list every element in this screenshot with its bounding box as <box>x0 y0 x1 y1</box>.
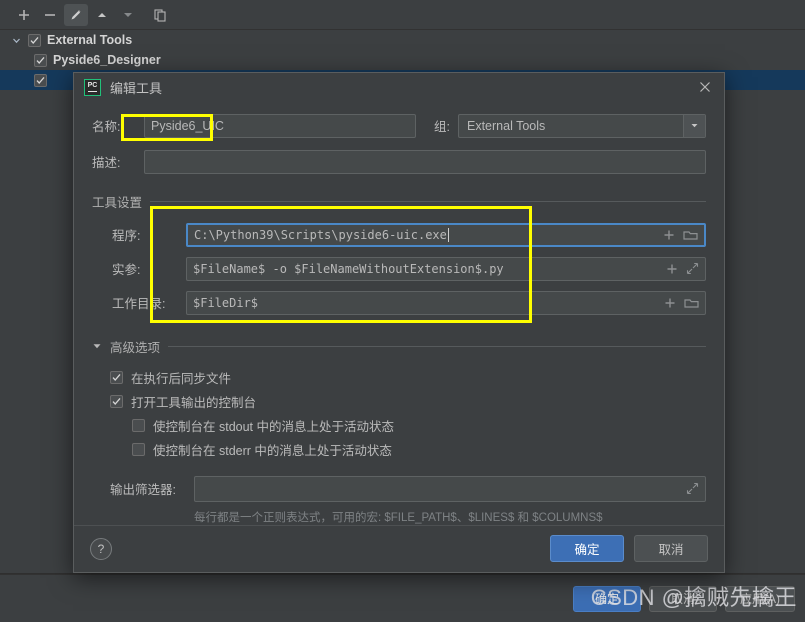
dialog-body: 名称: Pyside6_UIC 组: External Tools 描述: 工具… <box>74 102 724 525</box>
pycharm-icon: PC <box>84 78 101 96</box>
program-label: 程序: <box>112 229 141 244</box>
tree-checkbox[interactable] <box>34 53 47 67</box>
sync-files-checkbox[interactable] <box>110 371 123 385</box>
text-caret <box>447 227 449 242</box>
dialog-ok-button[interactable]: 确定 <box>550 535 624 563</box>
edit-tool-dialog: PC 编辑工具 名称: Pyside6_UIC 组: External Tool… <box>73 72 725 573</box>
triangle-down-icon[interactable] <box>92 341 102 351</box>
arguments-row: 实参: $FileName$ -o $FileNameWithoutExtens… <box>112 256 706 281</box>
tool-settings-title: 工具设置 <box>92 195 143 210</box>
external-tools-toolbar <box>0 0 805 30</box>
dialog-title: 编辑工具 <box>110 80 163 96</box>
arguments-input[interactable]: $FileName$ -o $FileNameWithoutExtension$… <box>186 256 706 281</box>
dialog-title-bar: PC 编辑工具 <box>74 73 724 102</box>
tree-item-label: Pyside6_Designer <box>53 53 161 67</box>
stdout-active-label: 使控制台在 stdout 中的消息上处于活动状态 <box>153 420 394 435</box>
output-filter-actions <box>678 482 699 495</box>
tool-settings-block: 程序: C:\Python39\Scripts\pyside6-uic.exe <box>92 222 706 315</box>
expand-editor-icon[interactable] <box>686 262 699 275</box>
working-directory-row: 工作目录: $FileDir$ <box>112 290 706 315</box>
group-label: 组: <box>434 120 450 135</box>
open-console-row[interactable]: 打开工具输出的控制台 <box>110 390 706 414</box>
chevron-down-icon[interactable] <box>683 114 705 137</box>
tree-row[interactable]: Pyside6_Designer <box>0 50 805 70</box>
copy-button[interactable] <box>148 4 172 26</box>
dialog-cancel-button[interactable]: 取消 <box>634 535 708 563</box>
advanced-options-section-header[interactable]: 高级选项 <box>92 337 706 356</box>
insert-macro-icon[interactable] <box>664 297 676 309</box>
help-icon[interactable]: ? <box>90 537 112 560</box>
browse-folder-icon[interactable] <box>683 229 698 241</box>
name-input-value: Pyside6_UIC <box>151 118 224 133</box>
app-root: External Tools Pyside6_Designer 确定 取消 应用… <box>0 0 805 622</box>
stdout-active-row[interactable]: 使控制台在 stdout 中的消息上处于活动状态 <box>110 414 706 438</box>
settings-window-buttons: 确定 取消 应用(A) <box>0 574 805 622</box>
group-select[interactable]: External Tools <box>457 113 706 138</box>
output-filter-hint: 每行都是一个正则表达式，可用的宏: $FILE_PATH$、$LINES$ 和 … <box>194 511 603 524</box>
description-input[interactable] <box>144 149 706 174</box>
section-divider <box>168 345 706 347</box>
chevron-down-icon[interactable] <box>10 34 22 46</box>
advanced-options-title: 高级选项 <box>110 340 161 355</box>
pycharm-icon-text: PC <box>87 82 98 90</box>
section-divider <box>150 200 706 202</box>
edit-button[interactable] <box>64 3 88 26</box>
insert-macro-icon[interactable] <box>663 229 675 241</box>
dialog-footer: ? 确定 取消 <box>74 524 724 572</box>
close-icon[interactable] <box>692 74 718 100</box>
arguments-input-value: $FileName$ -o $FileNameWithoutExtension$… <box>193 261 504 276</box>
stderr-active-row[interactable]: 使控制台在 stderr 中的消息上处于活动状态 <box>110 438 706 462</box>
output-filter-input[interactable] <box>194 475 706 502</box>
add-button[interactable] <box>12 4 36 26</box>
description-row: 描述: <box>92 149 706 174</box>
tree-checkbox[interactable] <box>28 33 41 47</box>
stdout-active-checkbox[interactable] <box>132 419 145 433</box>
remove-button[interactable] <box>38 4 62 26</box>
arguments-label: 实参: <box>112 263 141 278</box>
working-directory-actions <box>656 297 699 309</box>
program-input-value: C:\Python39\Scripts\pyside6-uic.exe <box>194 227 447 242</box>
stderr-active-label: 使控制台在 stderr 中的消息上处于活动状态 <box>153 444 392 459</box>
move-up-button[interactable] <box>90 4 114 26</box>
settings-ok-button[interactable]: 确定 <box>573 585 641 612</box>
move-down-button[interactable] <box>116 4 140 26</box>
stderr-active-checkbox[interactable] <box>132 443 145 457</box>
settings-cancel-button[interactable]: 取消 <box>649 585 717 612</box>
program-actions <box>655 229 698 241</box>
working-directory-input-value: $FileDir$ <box>193 295 259 310</box>
insert-macro-icon[interactable] <box>666 263 678 275</box>
name-label: 名称: <box>92 120 121 135</box>
tree-checkbox[interactable] <box>34 73 47 87</box>
sync-files-label: 在执行后同步文件 <box>131 372 232 387</box>
open-console-label: 打开工具输出的控制台 <box>131 396 257 411</box>
pycharm-icon-bar <box>88 90 97 93</box>
program-input[interactable]: C:\Python39\Scripts\pyside6-uic.exe <box>186 222 706 247</box>
settings-apply-button[interactable]: 应用(A) <box>725 585 795 612</box>
advanced-options-block: 在执行后同步文件 打开工具输出的控制台 使控制台在 stdout 中的消息上处于… <box>92 366 706 525</box>
open-console-checkbox[interactable] <box>110 395 123 409</box>
working-directory-label: 工作目录: <box>112 297 166 312</box>
expand-editor-icon[interactable] <box>686 482 699 495</box>
description-label: 描述: <box>92 156 121 171</box>
group-select-value: External Tools <box>466 118 546 133</box>
sync-files-row[interactable]: 在执行后同步文件 <box>110 366 706 390</box>
tree-row[interactable]: External Tools <box>0 30 805 50</box>
tool-settings-section-header: 工具设置 <box>92 192 706 211</box>
output-filter-row: 输出筛选器: <box>110 475 706 502</box>
name-input[interactable]: Pyside6_UIC <box>144 113 416 138</box>
program-row: 程序: C:\Python39\Scripts\pyside6-uic.exe <box>112 222 706 247</box>
tree-item-label: External Tools <box>47 33 133 47</box>
output-filter-label: 输出筛选器: <box>110 483 176 498</box>
arguments-actions <box>658 262 699 275</box>
dialog-action-buttons: 确定 取消 <box>550 535 708 563</box>
working-directory-input[interactable]: $FileDir$ <box>186 290 706 315</box>
browse-folder-icon[interactable] <box>684 297 699 309</box>
name-group-row: 名称: Pyside6_UIC 组: External Tools <box>92 113 706 138</box>
